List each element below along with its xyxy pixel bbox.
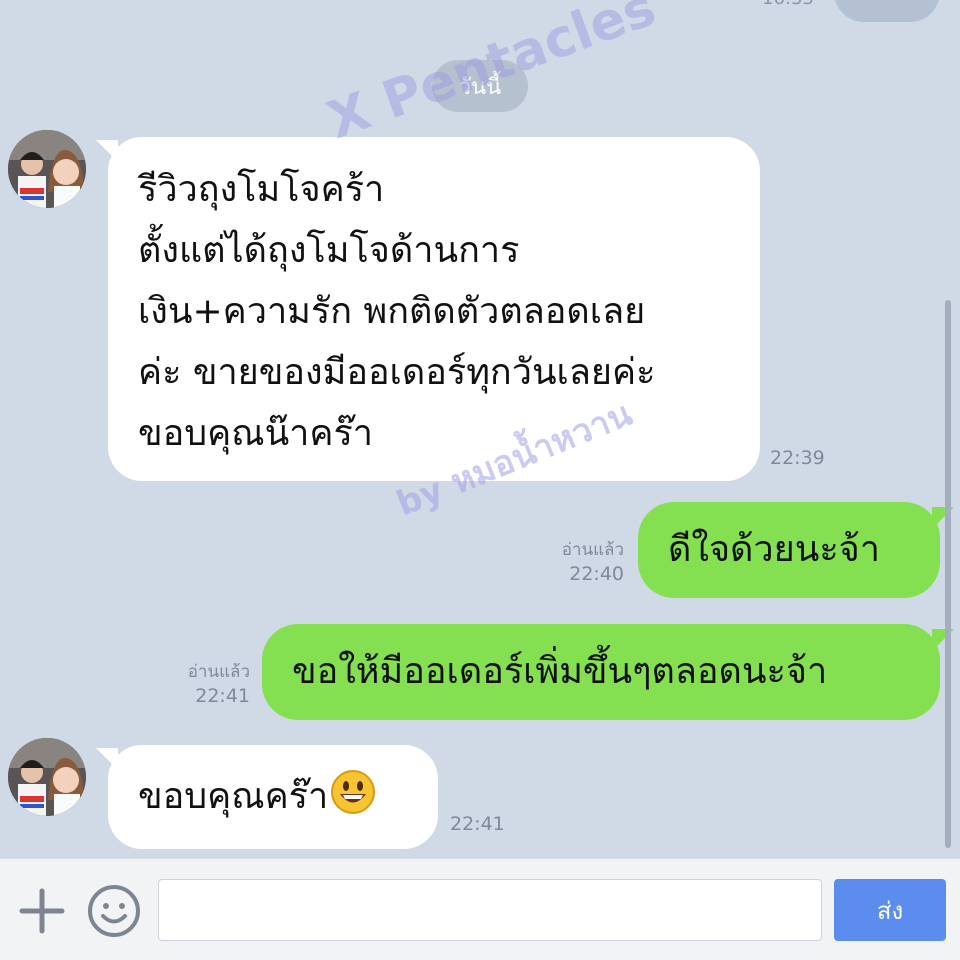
- message-line: ขอบคุณน๊าคร๊า: [138, 413, 374, 454]
- message-line: ค่ะ ขายของมีออเดอร์ทุกวันเลยค่ะ: [138, 352, 656, 393]
- top-message-time: 16:33: [762, 0, 814, 9]
- message-meta: อ่านแล้ว 22:41: [166, 660, 250, 708]
- incoming-message-bubble[interactable]: รีวิวถุงโมโจคร้า ตั้งแต่ได้ถุงโมโจด้านกา…: [108, 137, 760, 481]
- outgoing-message-bubble[interactable]: ดีใจด้วยนะจ้า: [638, 502, 940, 598]
- smiley-emoji-icon: [330, 769, 376, 815]
- message-text: ขอให้มีออเดอร์เพิ่มขึ้นๆตลอดนะจ้า: [292, 651, 828, 692]
- chat-area: 16:33 วันนี้ รีวิวถุงโมโจคร้า ตั้งแต่ได้…: [0, 0, 960, 858]
- message-meta: 22:41: [450, 812, 505, 836]
- message-input-bar: ส่ง: [0, 858, 960, 960]
- read-status: อ่านแล้ว: [561, 540, 624, 560]
- message-time: 22:40: [569, 563, 624, 585]
- plus-icon[interactable]: [14, 883, 70, 939]
- message-text: ดีใจด้วยนะจ้า: [668, 529, 880, 570]
- message-input[interactable]: [158, 879, 822, 941]
- outgoing-message-bubble[interactable]: ขอให้มีออเดอร์เพิ่มขึ้นๆตลอดนะจ้า: [262, 624, 940, 720]
- message-time: 22:41: [195, 685, 250, 707]
- top-partial-bubble: [834, 0, 940, 22]
- contact-avatar[interactable]: [8, 738, 86, 816]
- message-meta: 22:39: [770, 446, 825, 470]
- date-separator: วันนี้: [432, 60, 528, 112]
- message-line: เงิน+ความรัก พกติดตัวตลอดเลย: [138, 291, 646, 332]
- contact-avatar[interactable]: [8, 130, 86, 208]
- message-line: รีวิวถุงโมโจคร้า: [138, 169, 385, 210]
- scrollbar[interactable]: [945, 300, 951, 848]
- read-status: อ่านแล้ว: [187, 662, 250, 682]
- message-time: 22:41: [450, 813, 505, 835]
- smiley-face-icon[interactable]: [86, 883, 142, 939]
- message-line: ตั้งแต่ได้ถุงโมโจด้านการ: [138, 230, 520, 271]
- send-button[interactable]: ส่ง: [834, 879, 946, 941]
- incoming-message-bubble[interactable]: ขอบคุณคร๊า: [108, 745, 438, 849]
- message-time: 22:39: [770, 447, 825, 469]
- message-text: ขอบคุณคร๊า: [138, 776, 329, 817]
- message-meta: อ่านแล้ว 22:40: [540, 538, 624, 586]
